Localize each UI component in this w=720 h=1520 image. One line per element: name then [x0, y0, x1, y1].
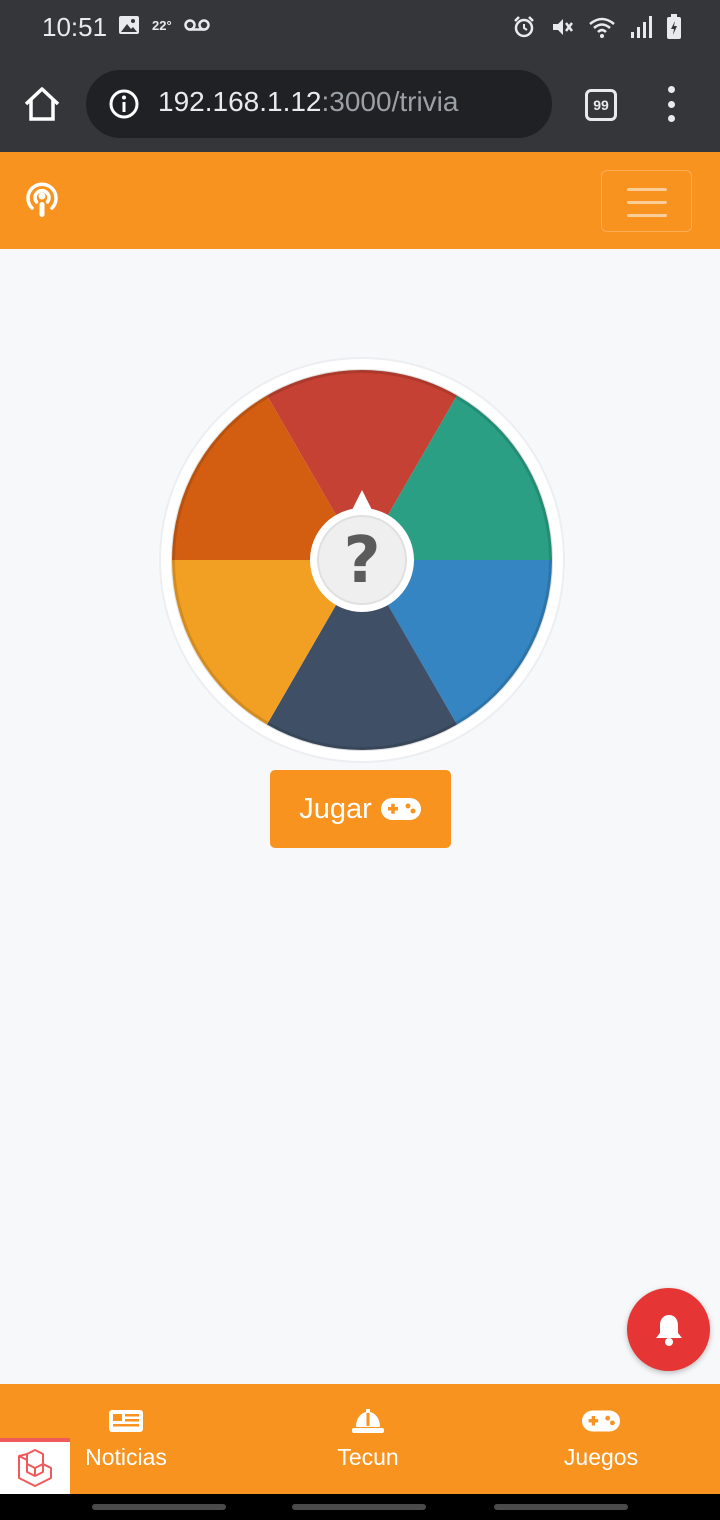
laravel-icon — [18, 1449, 52, 1487]
question-mark-icon: ? — [343, 524, 380, 598]
image-icon — [119, 16, 139, 34]
bottom-navigation: Noticias Tecun Juegos — [0, 1384, 720, 1494]
nav-item-noticias[interactable]: Noticias — [66, 1384, 186, 1494]
status-time: 10:51 — [42, 12, 108, 42]
url-host: 192.168.1.12 — [158, 86, 322, 117]
play-button-label: Jugar — [299, 792, 372, 825]
app-navbar — [0, 152, 720, 249]
voicemail-icon — [183, 19, 210, 31]
signal-icon — [631, 16, 652, 38]
address-bar[interactable]: 192.168.1.12:3000/trivia — [86, 70, 552, 138]
home-icon[interactable] — [22, 84, 62, 124]
mute-icon — [553, 19, 573, 35]
nav-item-tecun[interactable]: Tecun — [308, 1384, 428, 1494]
battery-icon — [667, 14, 681, 39]
play-button[interactable]: Jugar — [270, 770, 451, 848]
gamepad-icon — [380, 798, 421, 820]
hard-hat-icon — [352, 1409, 384, 1433]
trivia-wheel[interactable]: ? — [158, 356, 566, 764]
nav-label-noticias: Noticias — [85, 1444, 167, 1470]
system-gesture-bar — [0, 1494, 720, 1520]
more-vert-icon[interactable] — [662, 86, 680, 122]
info-icon[interactable] — [108, 88, 140, 120]
status-left-icons: 22° — [118, 14, 210, 36]
navbar-toggler[interactable] — [601, 170, 692, 232]
url-text[interactable]: 192.168.1.12:3000/trivia — [158, 86, 458, 118]
newspaper-icon — [109, 1410, 143, 1432]
url-path: :3000/trivia — [321, 86, 459, 117]
alarm-icon — [514, 16, 534, 38]
status-bar: 10:51 22° — [0, 0, 720, 56]
status-right-icons — [512, 14, 682, 40]
status-temperature: 22° — [152, 17, 172, 33]
nav-label-juegos: Juegos — [563, 1444, 639, 1470]
browser-toolbar: 192.168.1.12:3000/trivia 99 — [0, 56, 720, 152]
hamburger-icon — [627, 188, 667, 191]
gamepad-icon — [581, 1410, 621, 1432]
wifi-icon — [589, 17, 615, 38]
laravel-debug-badge[interactable] — [0, 1438, 70, 1494]
tab-switcher-button[interactable]: 99 — [585, 89, 617, 121]
podcast-icon[interactable] — [24, 180, 60, 220]
nav-label-tecun: Tecun — [337, 1444, 399, 1470]
nav-item-juegos[interactable]: Juegos — [541, 1384, 661, 1494]
bell-icon — [655, 1314, 682, 1346]
notification-button[interactable] — [627, 1288, 710, 1371]
